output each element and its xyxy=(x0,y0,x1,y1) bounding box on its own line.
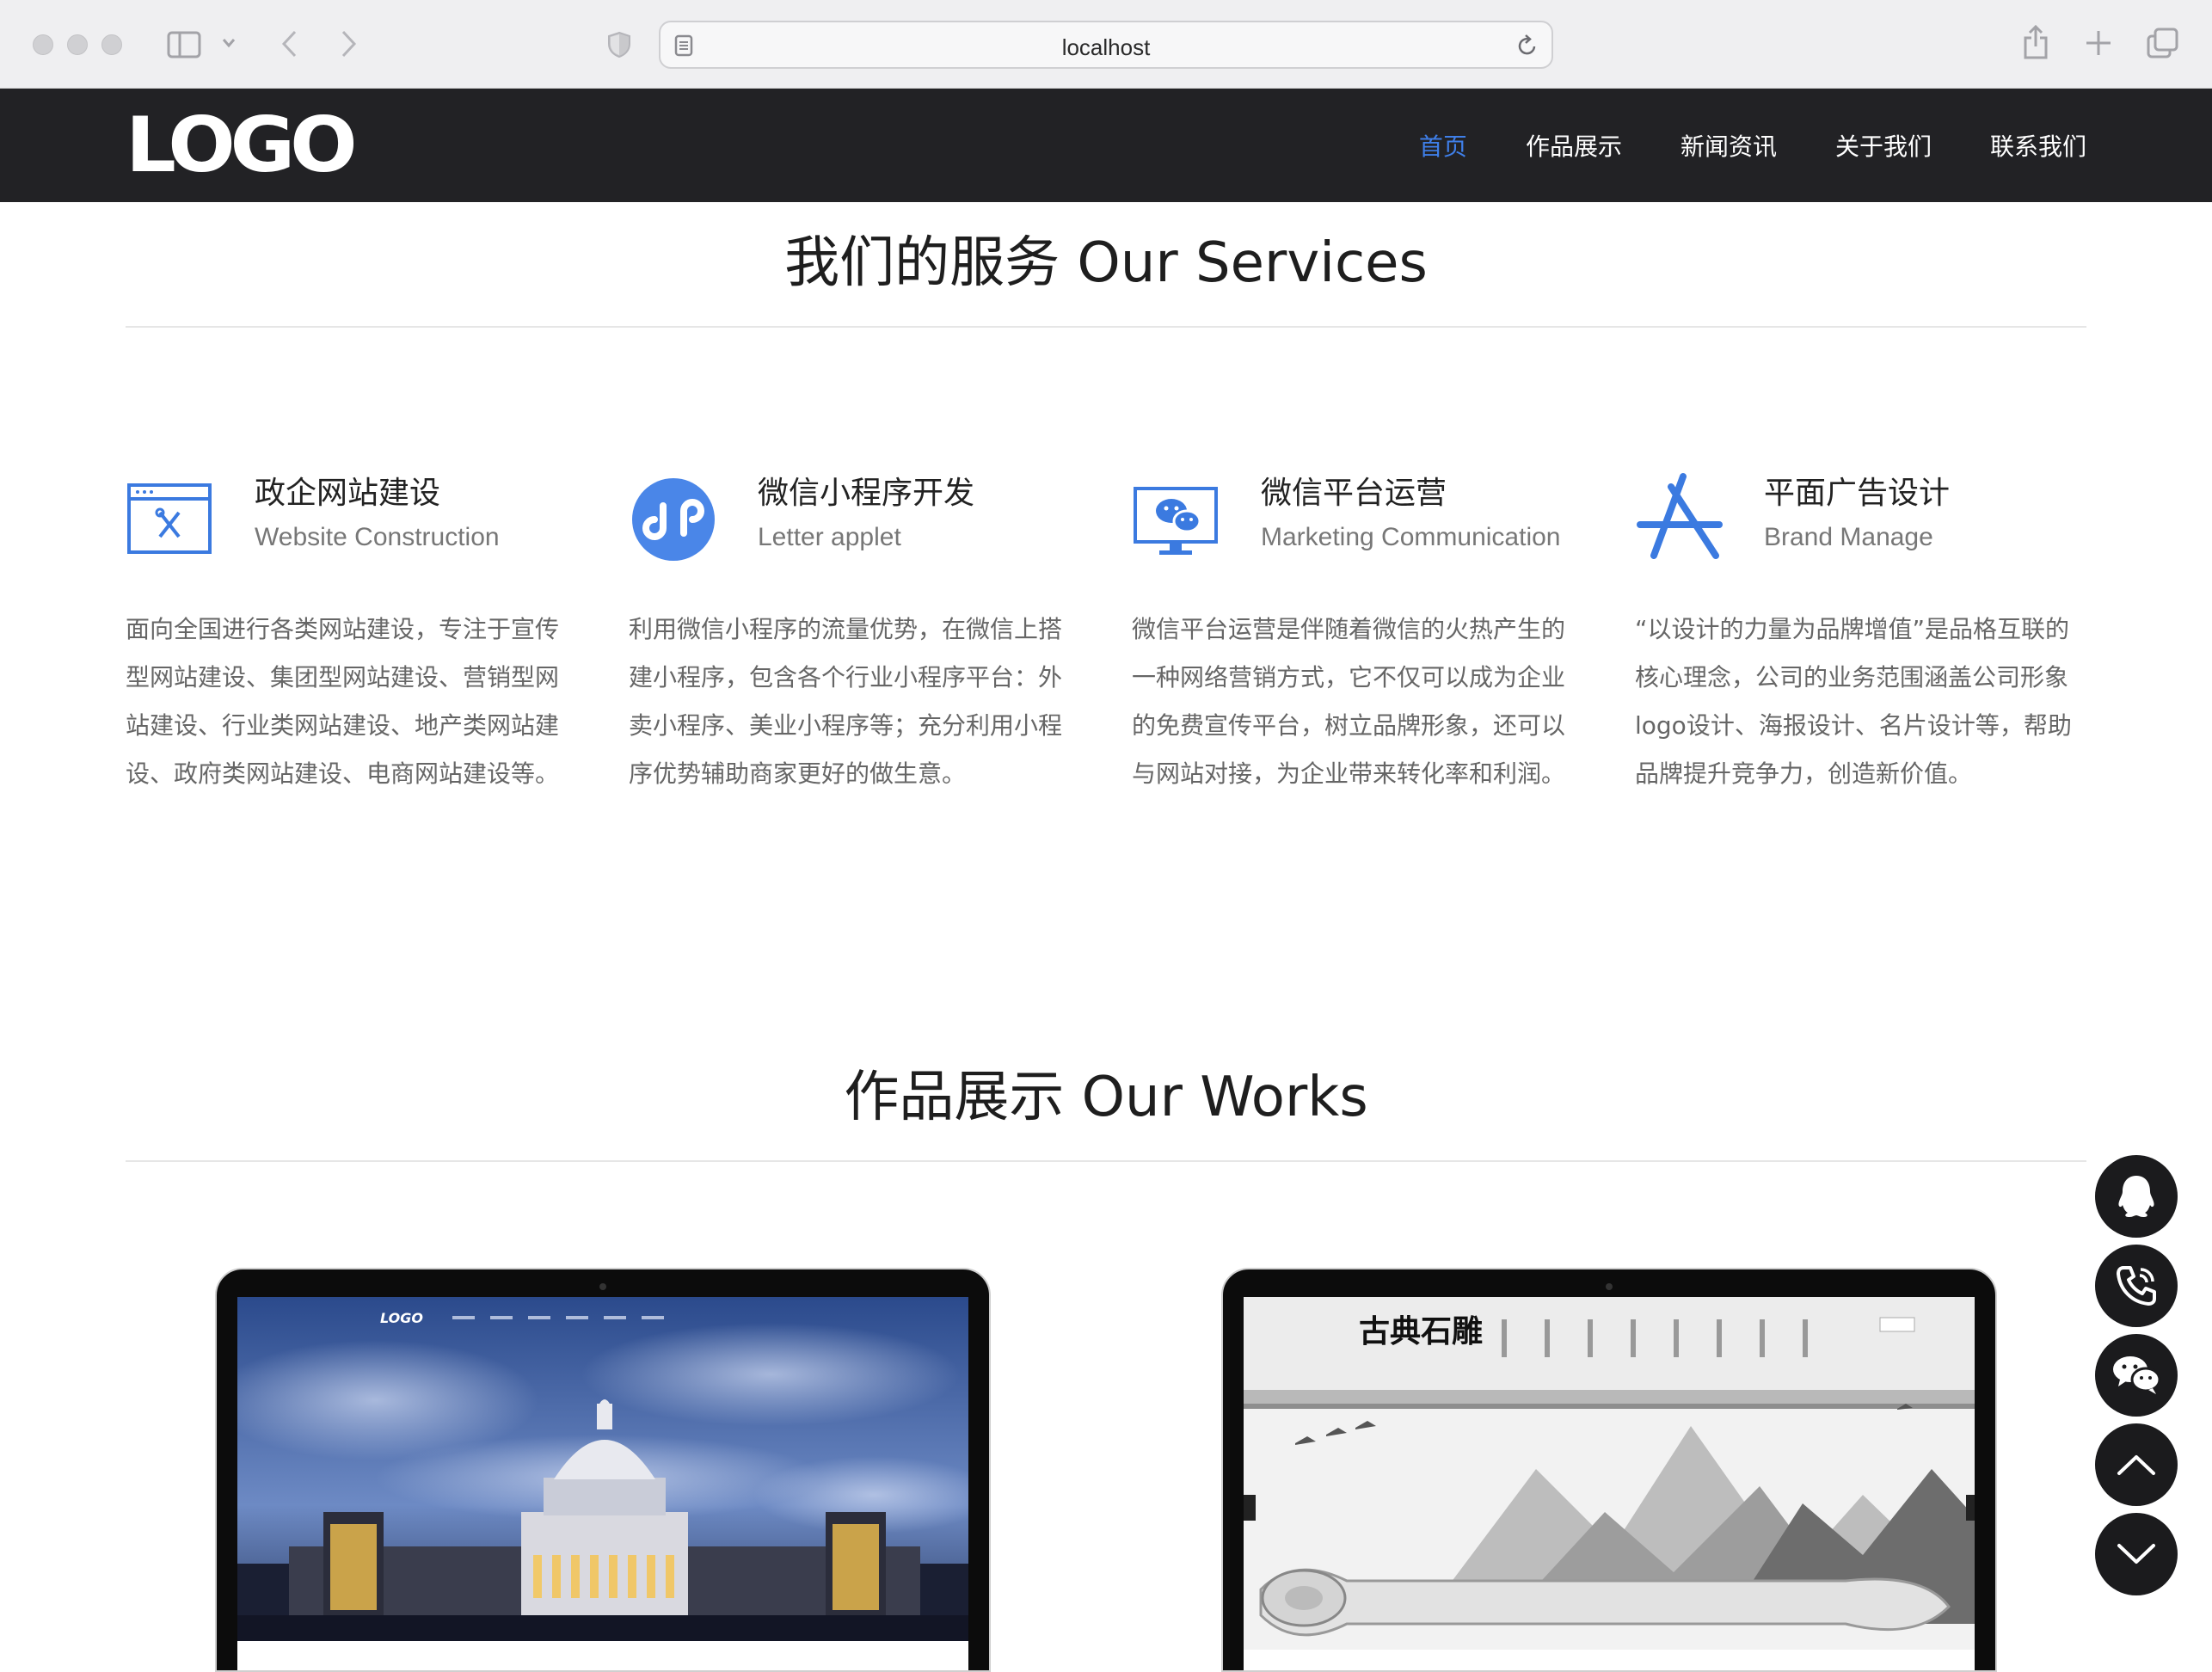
service-title: 微信平台运营 xyxy=(1261,476,1447,511)
scroll-up-icon xyxy=(2117,1455,2155,1475)
qq-button[interactable] xyxy=(2095,1155,2178,1238)
nav-item-home[interactable]: 首页 xyxy=(1419,128,1467,163)
nav-item-works[interactable]: 作品展示 xyxy=(1526,128,1622,163)
mini-program-icon xyxy=(632,478,715,561)
work-logo: LOGO xyxy=(380,1310,423,1326)
address-bar[interactable]: localhost xyxy=(659,21,1553,69)
service-subtitle: Website Construction xyxy=(255,523,500,551)
share-icon[interactable] xyxy=(2023,24,2049,60)
main-nav: 首页 作品展示 新闻资讯 关于我们 联系我们 xyxy=(1419,89,2086,202)
scroll-down-button[interactable] xyxy=(2095,1513,2178,1595)
minimize-window-button[interactable] xyxy=(67,34,88,55)
services-divider xyxy=(126,326,2086,328)
wechat-button[interactable] xyxy=(2095,1334,2178,1417)
work-item-stone-carving[interactable]: 古典石雕 xyxy=(1221,1268,1997,1672)
service-title: 微信小程序开发 xyxy=(758,476,975,511)
phone-icon xyxy=(2117,1266,2156,1306)
service-description: 利用微信小程序的流量优势，在微信上搭建小程序，包含各个行业小程序平台：外卖小程序… xyxy=(629,615,1063,788)
nav-item-news[interactable]: 新闻资讯 xyxy=(1681,128,1777,163)
website-icon xyxy=(127,483,212,554)
service-description: “以设计的力量为品牌增值”是品格互联的核心理念，公司的业务范围涵盖公司形象log… xyxy=(1635,615,2072,788)
qq-icon xyxy=(2118,1176,2154,1217)
reload-icon[interactable] xyxy=(1517,34,1538,57)
work-item-capitol[interactable]: LOGO xyxy=(215,1268,991,1672)
service-title: 平面广告设计 xyxy=(1764,476,1951,511)
new-tab-icon[interactable] xyxy=(2085,29,2112,57)
close-window-button[interactable] xyxy=(33,34,53,55)
app-store-icon xyxy=(1637,473,1723,559)
nav-item-about[interactable]: 关于我们 xyxy=(1835,128,1932,163)
service-subtitle: Brand Manage xyxy=(1764,523,1933,551)
browser-toolbar: localhost xyxy=(0,0,2212,89)
service-description: 面向全国进行各类网站建设，专注于宣传型网站建设、集团型网站建设、营销型网站建设、… xyxy=(126,615,560,788)
back-icon[interactable] xyxy=(280,29,298,58)
phone-button[interactable] xyxy=(2095,1245,2178,1327)
site-header: LOGO 首页 作品展示 新闻资讯 关于我们 联系我们 xyxy=(0,89,2212,202)
tab-overview-icon[interactable] xyxy=(2147,28,2179,58)
sidebar-toggle-icon[interactable] xyxy=(167,31,201,58)
works-title: 作品展示 Our Works xyxy=(844,1066,1368,1129)
work-logo: 古典石雕 xyxy=(1359,1314,1483,1349)
zoom-window-button[interactable] xyxy=(101,34,122,55)
services-title: 我们的服务 Our Services xyxy=(784,231,1428,295)
site-logo[interactable]: LOGO xyxy=(126,108,358,183)
chevron-down-icon[interactable] xyxy=(222,38,236,48)
scroll-up-button[interactable] xyxy=(2095,1423,2178,1506)
work-thumbnail: 古典石雕 xyxy=(1244,1297,1975,1670)
work-thumbnail: LOGO xyxy=(237,1297,968,1670)
service-title: 政企网站建设 xyxy=(255,476,441,511)
wechat-monitor-icon xyxy=(1134,487,1218,555)
privacy-shield-icon[interactable] xyxy=(607,31,631,58)
laptop-camera xyxy=(1606,1283,1613,1290)
nav-item-contact[interactable]: 联系我们 xyxy=(1990,128,2086,163)
service-subtitle: Letter applet xyxy=(758,523,901,551)
works-divider xyxy=(126,1160,2086,1162)
service-description: 微信平台运营是伴随着微信的火热产生的一种网络营销方式，它不仅可以成为企业的免费宣… xyxy=(1132,615,1566,788)
laptop-camera xyxy=(599,1283,606,1290)
forward-icon[interactable] xyxy=(341,29,358,58)
url-text: localhost xyxy=(1061,34,1151,60)
wechat-icon xyxy=(2113,1356,2161,1394)
service-subtitle: Marketing Communication xyxy=(1261,523,1561,551)
scroll-down-icon xyxy=(2117,1544,2155,1564)
